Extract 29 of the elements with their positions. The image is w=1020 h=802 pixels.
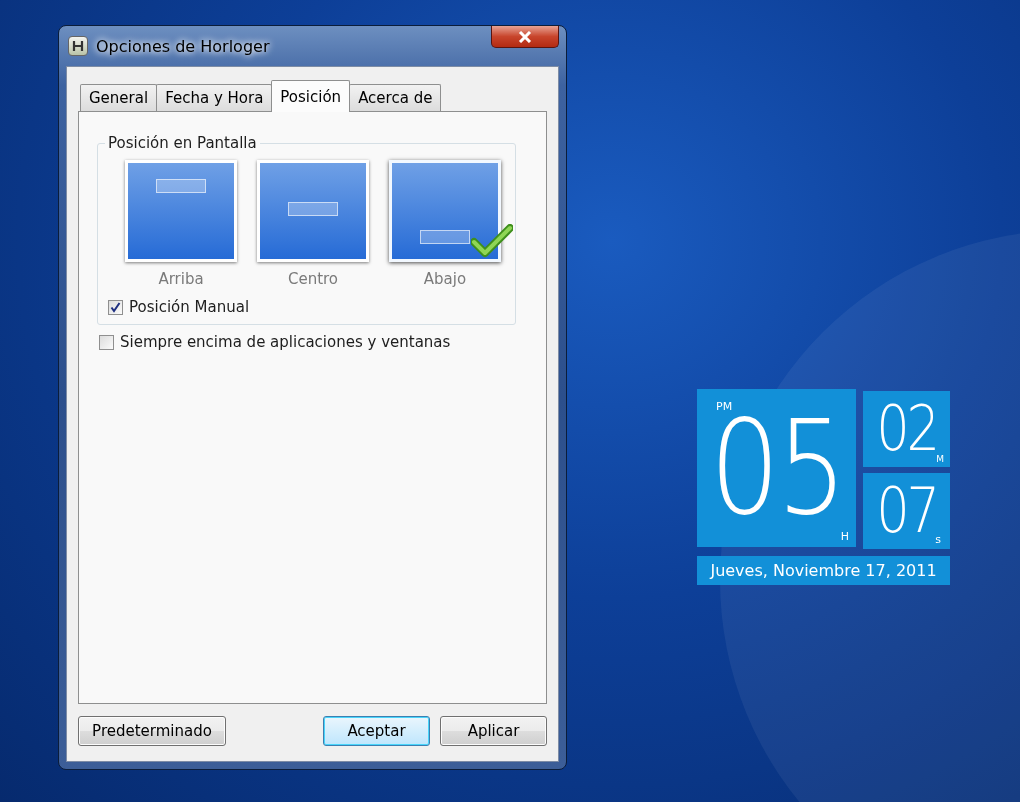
window-marker (156, 179, 206, 193)
screen-position-thumbnail[interactable] (389, 160, 501, 262)
app-icon (68, 36, 88, 56)
tab[interactable]: Fecha y Hora (156, 84, 273, 111)
window-marker (288, 202, 338, 216)
tab[interactable]: Posición (271, 80, 351, 112)
checkmark-icon (471, 224, 513, 258)
unit-label: M (936, 454, 944, 464)
date-text: Jueves, Noviembre 17, 2011 (697, 556, 950, 585)
checkbox-label: Posición Manual (129, 298, 250, 316)
tab[interactable]: General (80, 84, 158, 111)
unit-label: H (840, 530, 849, 543)
close-icon (518, 30, 532, 43)
window-marker (420, 230, 470, 244)
period-label: PM (716, 400, 733, 413)
checkbox[interactable] (108, 299, 123, 315)
option-label: Arriba (158, 270, 204, 288)
checkbox-label: Siempre encima de aplicaciones y ventanas (120, 333, 451, 351)
dialog-button[interactable]: Predeterminado (78, 716, 226, 746)
dialog-button[interactable]: Aplicar (440, 716, 547, 746)
checkbox[interactable] (99, 334, 114, 350)
window-title: Opciones de Horloger (96, 36, 271, 56)
close-button[interactable] (491, 26, 559, 48)
tab[interactable]: Acerca de (349, 84, 442, 111)
dialog-button[interactable]: Aceptar (323, 716, 430, 746)
unit-label: s (935, 533, 941, 546)
option-label: Abajo (423, 270, 467, 288)
option-label: Centro (287, 270, 339, 288)
group-title: Posición en Pantalla (107, 134, 258, 152)
